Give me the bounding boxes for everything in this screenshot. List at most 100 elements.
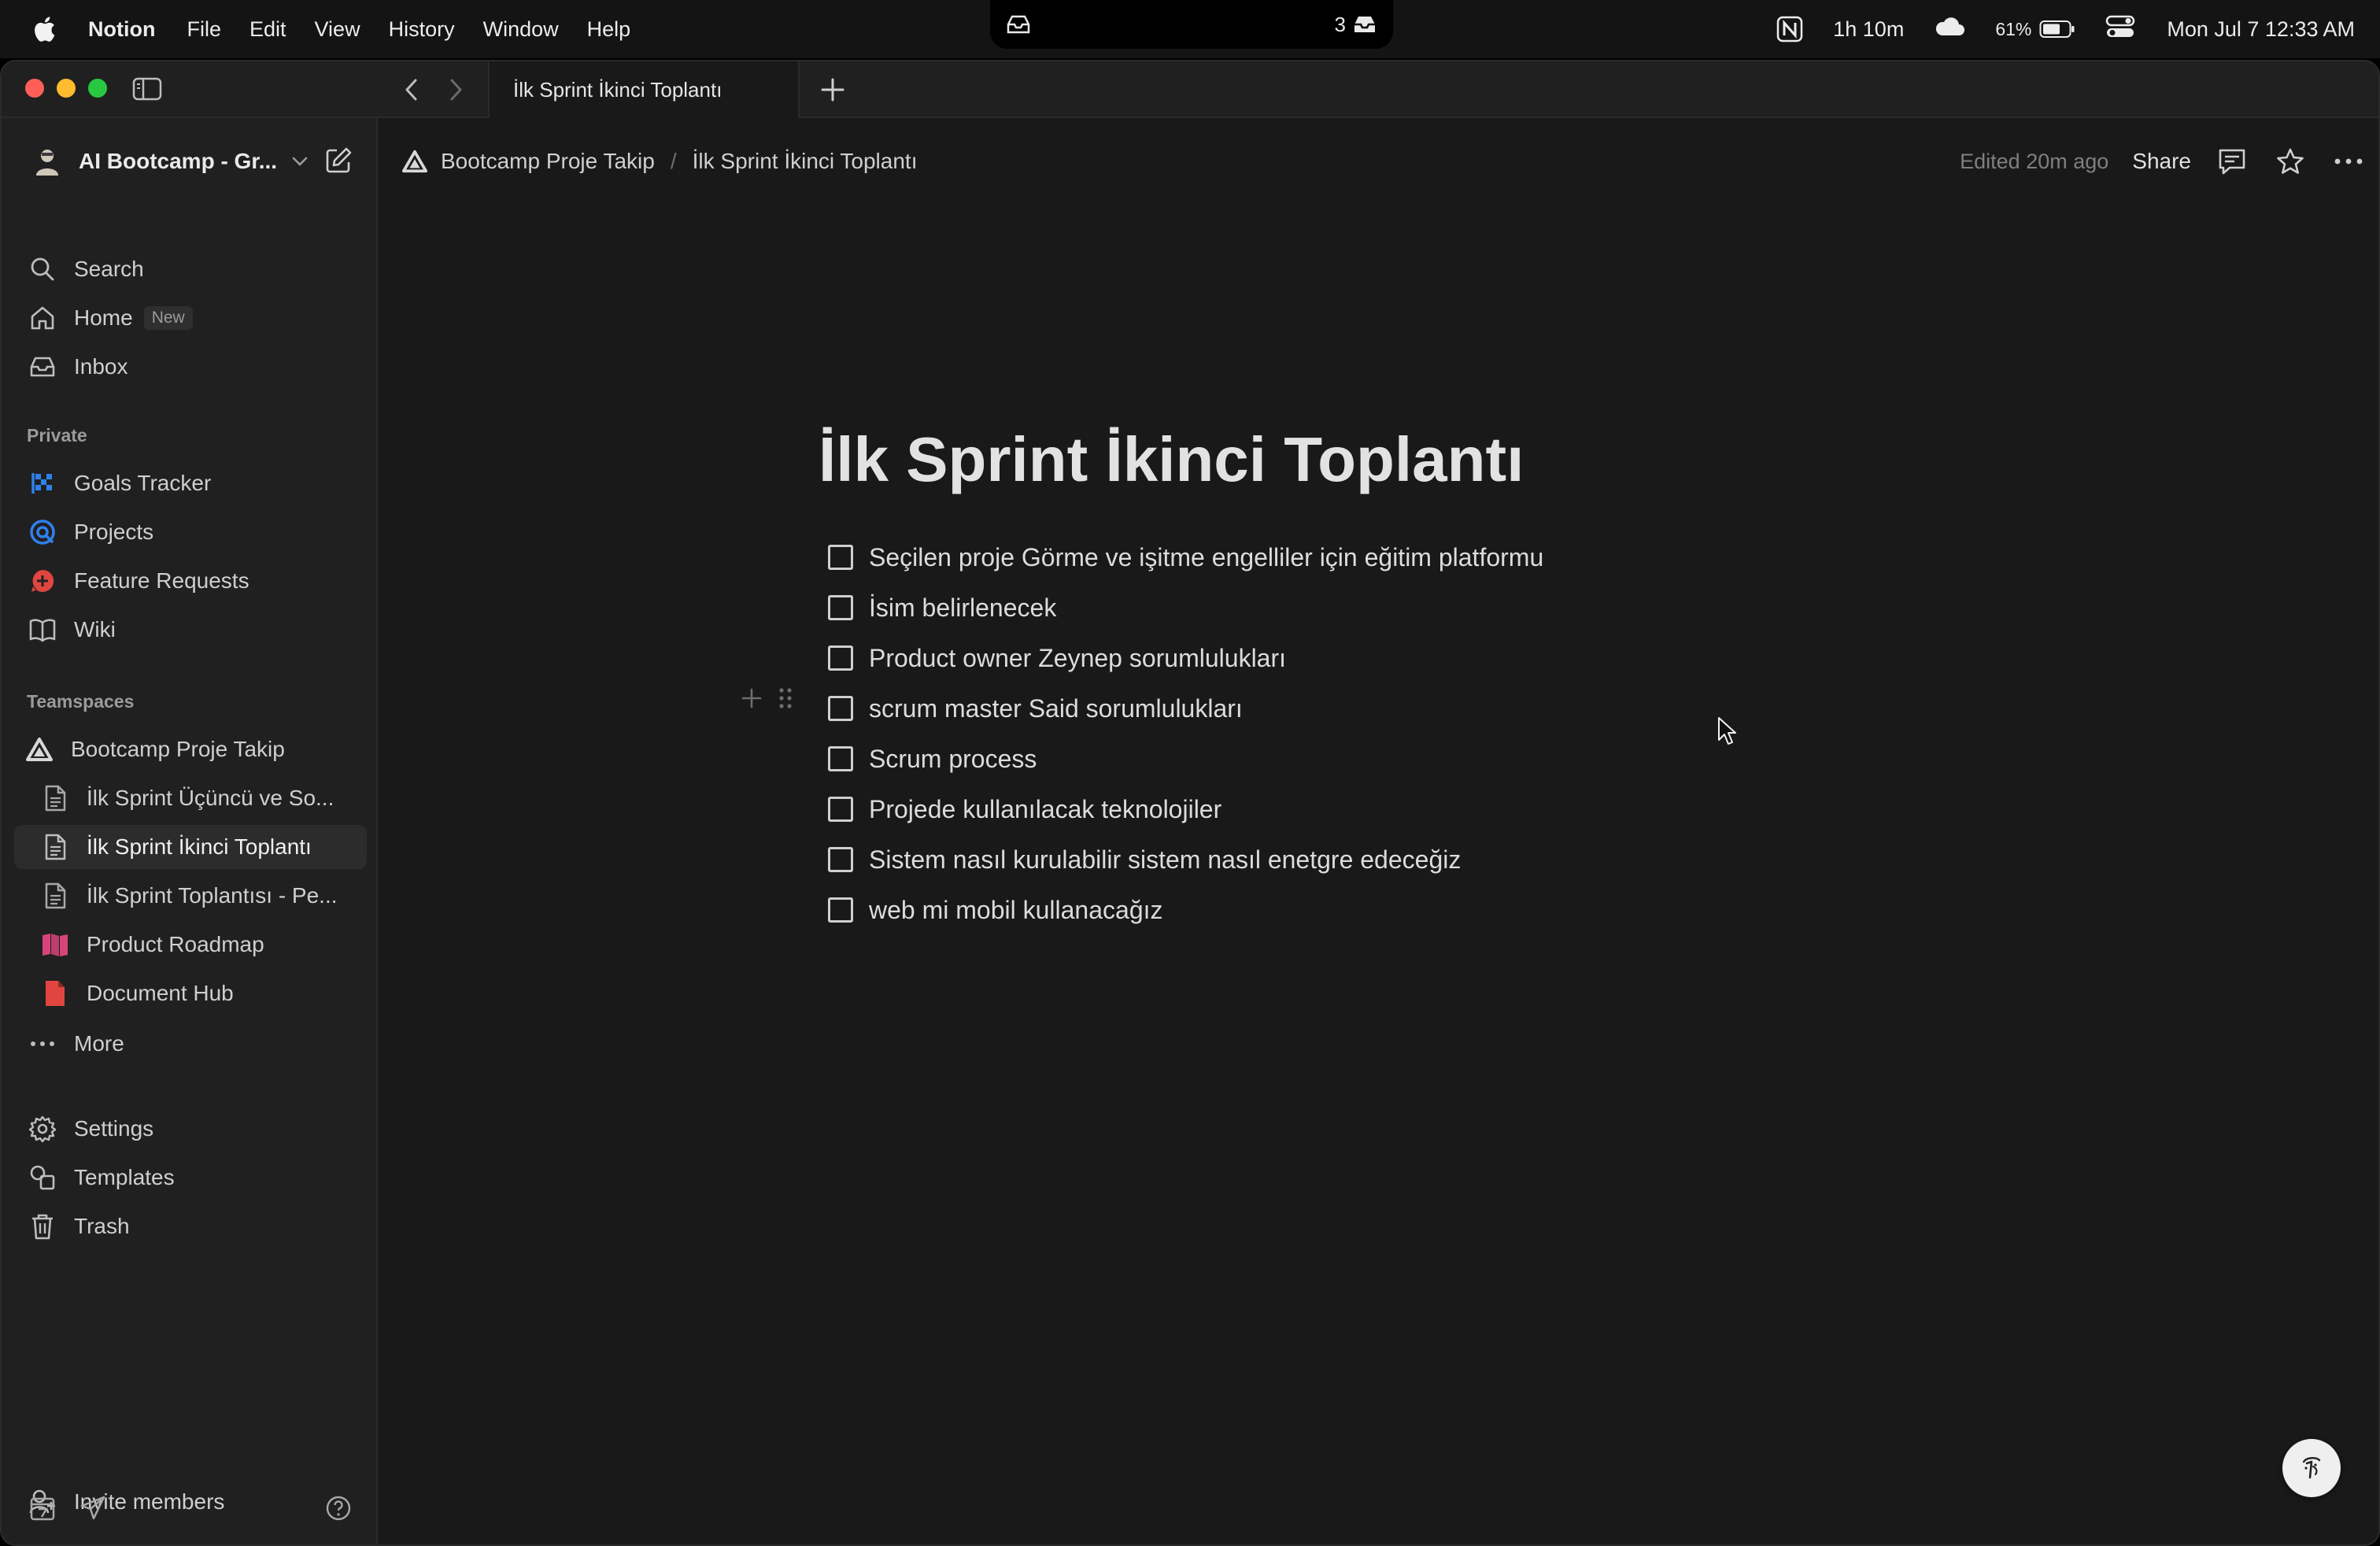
sidebar-item-product-roadmap[interactable]: Product Roadmap (14, 923, 367, 967)
todo-checkbox[interactable] (828, 847, 853, 872)
minimize-window-button[interactable] (57, 79, 76, 98)
sidebar-item-search[interactable]: Search (14, 247, 367, 291)
calendar-icon[interactable] (27, 1492, 58, 1524)
add-block-plus-icon[interactable] (740, 686, 763, 714)
todo-item[interactable]: web mi mobil kullanacağız (828, 885, 2009, 935)
private-section-header[interactable]: Private (27, 425, 87, 446)
todo-item[interactable]: İsim belirlenecek (828, 583, 2009, 633)
todo-item[interactable]: Product owner Zeynep sorumlulukları (828, 633, 2009, 683)
new-page-compose-icon[interactable] (323, 145, 354, 176)
breadcrumb-page[interactable]: İlk Sprint İkinci Toplantı (693, 149, 918, 174)
share-button[interactable]: Share (2132, 149, 2191, 174)
notion-status-icon[interactable] (1776, 16, 1803, 43)
todo-checkbox[interactable] (828, 645, 853, 671)
todo-text[interactable]: Product owner Zeynep sorumlulukları (869, 644, 1286, 673)
battery-icon (2039, 20, 2075, 38)
page-actions: Edited 20m ago Share (1960, 118, 2366, 205)
sidebar-item-label: Wiki (74, 617, 116, 642)
menu-help[interactable]: Help (587, 17, 631, 42)
sidebar-item-projects[interactable]: Projects (14, 510, 367, 554)
sidebar-item-templates[interactable]: Templates (14, 1156, 367, 1200)
todo-checkbox[interactable] (828, 696, 853, 721)
cloud-icon[interactable] (1934, 15, 1965, 44)
sidebar-item-page[interactable]: İlk Sprint Üçüncü ve So... (14, 776, 367, 820)
todo-checkbox[interactable] (828, 897, 853, 923)
todo-text[interactable]: Sistem nasıl kurulabilir sistem nasıl en… (869, 845, 1461, 875)
more-dots-icon (27, 1028, 58, 1060)
workspace-switcher[interactable]: AI Bootcamp - Gr... (14, 118, 367, 205)
star-icon[interactable] (2273, 144, 2308, 179)
apple-logo-icon[interactable] (30, 15, 58, 43)
page-icon (39, 782, 71, 814)
teamspaces-section-header[interactable]: Teamspaces (27, 691, 134, 712)
todo-text[interactable]: Projede kullanılacak teknolojiler (869, 795, 1221, 824)
zoom-window-button[interactable] (88, 79, 107, 98)
todo-item[interactable]: Projede kullanılacak teknolojiler (828, 784, 2009, 834)
sidebar-item-page[interactable]: İlk Sprint Toplantısı - Pe... (14, 874, 367, 918)
back-arrow-icon[interactable] (400, 76, 423, 104)
control-center-icon[interactable] (2105, 15, 2137, 44)
todo-checkbox[interactable] (828, 797, 853, 822)
page-title[interactable]: İlk Sprint İkinci Toplantı (819, 423, 1524, 496)
sidebar-item-settings[interactable]: Settings (14, 1107, 367, 1151)
tray-icon[interactable] (1006, 14, 1031, 35)
sidebar-toggle-icon[interactable] (132, 77, 162, 101)
goals-icon (27, 468, 58, 499)
tab-active-page[interactable]: İlk Sprint İkinci Toplantı (488, 61, 800, 118)
sidebar-item-page-selected[interactable]: İlk Sprint İkinci Toplantı (14, 825, 367, 869)
todo-checkbox[interactable] (828, 595, 853, 620)
sidebar-item-label: Templates (74, 1165, 175, 1189)
todo-text[interactable]: scrum master Said sorumlulukları (869, 694, 1243, 723)
forward-arrow-icon[interactable] (444, 76, 468, 104)
sidebar-item-label: Bootcamp Proje Takip (71, 737, 285, 761)
menu-file[interactable]: File (187, 17, 221, 42)
timer-status[interactable]: 1h 10m (1833, 17, 1904, 42)
document-hub-icon (39, 978, 71, 1009)
todo-text[interactable]: Seçilen proje Görme ve işitme engelliler… (869, 543, 1543, 572)
todo-item[interactable]: Scrum process (828, 734, 2009, 784)
new-tab-plus-icon[interactable] (817, 74, 848, 105)
sidebar-item-goals-tracker[interactable]: Goals Tracker (14, 461, 367, 505)
menu-edit[interactable]: Edit (249, 17, 286, 42)
menu-view[interactable]: View (315, 17, 360, 42)
menu-app-name[interactable]: Notion (88, 17, 155, 42)
sidebar-item-document-hub[interactable]: Document Hub (14, 971, 367, 1015)
tray-count[interactable]: 3 (1335, 13, 1377, 37)
todo-text[interactable]: web mi mobil kullanacağız (869, 896, 1163, 925)
sidebar-item-teamspace[interactable]: Bootcamp Proje Takip (14, 727, 367, 771)
drag-handle-icon[interactable] (778, 686, 793, 714)
chevron-down-icon[interactable] (288, 150, 312, 173)
sidebar-item-inbox[interactable]: Inbox (14, 345, 367, 389)
date-time[interactable]: Mon Jul 7 12:33 AM (2167, 17, 2355, 42)
sidebar-item-label: İlk Sprint Toplantısı - Pe... (87, 883, 338, 908)
todo-item[interactable]: Seçilen proje Görme ve işitme engelliler… (828, 532, 2009, 583)
todo-item[interactable]: scrum master Said sorumlulukları (828, 683, 2009, 734)
todo-text[interactable]: İsim belirlenecek (869, 594, 1056, 623)
sidebar-item-trash[interactable]: Trash (14, 1204, 367, 1248)
sidebar-item-feature-requests[interactable]: Feature Requests (14, 559, 367, 603)
sidebar-item-label: Product Roadmap (87, 932, 264, 956)
todo-text[interactable]: Scrum process (869, 745, 1037, 774)
todo-list: Seçilen proje Görme ve işitme engelliler… (828, 532, 2009, 935)
sidebar-item-wiki[interactable]: Wiki (14, 608, 367, 652)
help-question-icon[interactable] (323, 1492, 354, 1524)
battery-percent: 61% (1995, 18, 2032, 39)
menu-window[interactable]: Window (483, 17, 559, 42)
more-options-icon[interactable] (2331, 144, 2366, 179)
sidebar-item-more[interactable]: More (14, 1022, 367, 1066)
sidebar: AI Bootcamp - Gr... Search Home New Inbo… (2, 118, 378, 1544)
menu-history[interactable]: History (389, 17, 455, 42)
todo-checkbox[interactable] (828, 746, 853, 771)
todo-item[interactable]: Sistem nasıl kurulabilir sistem nasıl en… (828, 834, 2009, 885)
todo-checkbox[interactable] (828, 545, 853, 570)
close-window-button[interactable] (25, 79, 44, 98)
send-icon[interactable] (77, 1492, 109, 1524)
tab-title: İlk Sprint İkinci Toplantı (513, 77, 722, 102)
comment-icon[interactable] (2215, 144, 2249, 179)
breadcrumb-teamspace[interactable]: Bootcamp Proje Takip (441, 149, 655, 174)
battery-status[interactable]: 61% (1995, 19, 2075, 40)
notion-ai-button[interactable] (2282, 1439, 2341, 1497)
macos-menu-bar: Notion File Edit View History Window Hel… (0, 0, 2380, 58)
sidebar-item-home[interactable]: Home New (14, 296, 367, 340)
mouse-pointer-icon (1717, 716, 1738, 746)
